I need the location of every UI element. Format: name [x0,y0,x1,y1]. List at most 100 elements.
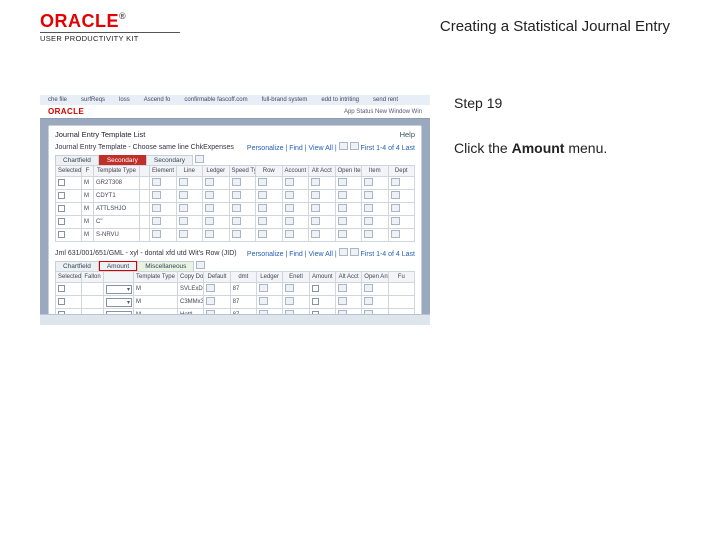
cell-icon [338,284,347,292]
table-row: MS-NRVU [56,229,415,242]
col2-blank [104,272,134,283]
thumb-tab: confirmable fascoff.com [184,97,247,103]
col2-fallon: Fallon [82,272,104,283]
cell-icon [205,230,214,238]
thumb-grid1-nav: First 1-4 of 4 Last [361,145,415,152]
col-dept: Dept [388,166,415,177]
grid-icon [350,248,359,256]
thumb-grid1: Selected F Template Type Element Line Le… [55,165,415,242]
cell-icon [152,191,161,199]
cell-icon [152,204,161,212]
col2-fu: Fu [388,272,414,283]
cell-icon [364,230,373,238]
thumb-grid1-tabs: Chartfield Secondary Secondary [55,155,415,165]
expand-icon [195,155,204,163]
cell-icon [338,204,347,212]
cell-icon [338,297,347,305]
cell-icon [391,230,400,238]
oracle-wordmark: ORACLE [40,11,119,31]
thumb-grid2-tools: Personalize | Find | View All | [247,251,337,258]
cell-icon [258,191,267,199]
thumb-tab: full-brand system [262,97,308,103]
thumb-main-panel: Journal Entry Template List Help Journal… [48,125,422,325]
col-template-type: Template Type [94,166,140,177]
table-row: MATTLSHJO [56,203,415,216]
thumb-tab2-amount-highlighted[interactable]: Amount [99,261,137,271]
cell-icon [179,178,188,186]
cell-icon [205,204,214,212]
cell-icon [152,230,161,238]
col-selected: Selected [56,166,82,177]
cell-icon [311,191,320,199]
col2-amount: Amount [309,272,335,283]
upk-subtitle: USER PRODUCTIVITY KIT [40,32,180,43]
thumb-browser-tabs: che file surfReqs loss Ascend fo confirm… [40,95,430,105]
col-item: Item [362,166,389,177]
thumb-tab-chartfield: Chartfield [55,155,99,165]
cell-icon [205,191,214,199]
table-row: MCDYT1 [56,190,415,203]
table-row: MC3MMx3PL87 [56,296,415,309]
checkbox-icon [312,298,319,305]
registered-mark: ® [119,11,126,21]
col-f: F [82,166,94,177]
checkbox-icon [58,218,65,225]
checkbox-icon [58,205,65,212]
grid-icon [339,142,348,150]
cell-icon [232,191,241,199]
cell-icon [179,230,188,238]
oracle-logo: ORACLE® [40,12,180,30]
col-ledger: Ledger [203,166,230,177]
col-account: Account [282,166,309,177]
cell-icon [258,178,267,186]
col2-openant: Open Ant [362,272,388,283]
cell-icon [338,217,347,225]
cell-icon [285,297,294,305]
cell-icon [285,284,294,292]
expand-icon [196,261,205,269]
cell-icon [258,217,267,225]
col2-altacct: Alt Acct [335,272,361,283]
cell-icon [206,284,215,292]
table-row: MGR2T308 [56,177,415,190]
document-title: Creating a Statistical Journal Entry [180,12,690,35]
cell-icon [205,178,214,186]
oracle-logo-block: ORACLE® USER PRODUCTIVITY KIT [40,12,180,43]
cell-icon [179,191,188,199]
step-instruction: Click the Amount menu. [454,139,690,157]
cell-icon [311,230,320,238]
cell-icon [364,178,373,186]
col2-enetl: Enetl [283,272,309,283]
cell-icon [259,297,268,305]
thumb-grid2-tabs: Chartfield Amount Miscellaneous [55,261,415,271]
grid-icon [350,142,359,150]
cell-icon [205,217,214,225]
thumb-brand-bar: ORACLE App Status New Window Win [40,105,430,119]
cell-icon [311,178,320,186]
col-speedtype: Speed Type [229,166,256,177]
checkbox-icon [58,298,65,305]
thumb-tab: edd to intriting [321,97,359,103]
thumb-grid1-tools: Personalize | Find | View All | [247,145,337,152]
cell-icon [364,284,373,292]
cell-icon [364,191,373,199]
table-row: MSVLExD87 [56,283,415,296]
checkbox-icon [58,179,65,186]
cell-icon [232,217,241,225]
dropdown-icon [106,285,132,294]
instruction-bold: Amount [512,140,565,156]
cell-icon [391,191,400,199]
thumb-tab: send rent [373,97,398,103]
thumb-grid2-nav: First 1-4 of 4 Last [361,251,415,258]
thumb-statusbar [40,314,430,325]
cell-icon [258,204,267,212]
col-openitem: Open Item [335,166,362,177]
thumb-tab-secondary-active: Secondary [99,155,146,165]
cell-icon [206,297,215,305]
thumb-grid2-caption: Jml 631/001/651/GML - xyl - dontal xfd u… [55,250,237,257]
cell-icon [338,230,347,238]
instruction-text-post: menu. [564,140,607,156]
step-number: Step 19 [454,95,690,111]
dropdown-icon [106,298,132,307]
col-element: Element [150,166,177,177]
